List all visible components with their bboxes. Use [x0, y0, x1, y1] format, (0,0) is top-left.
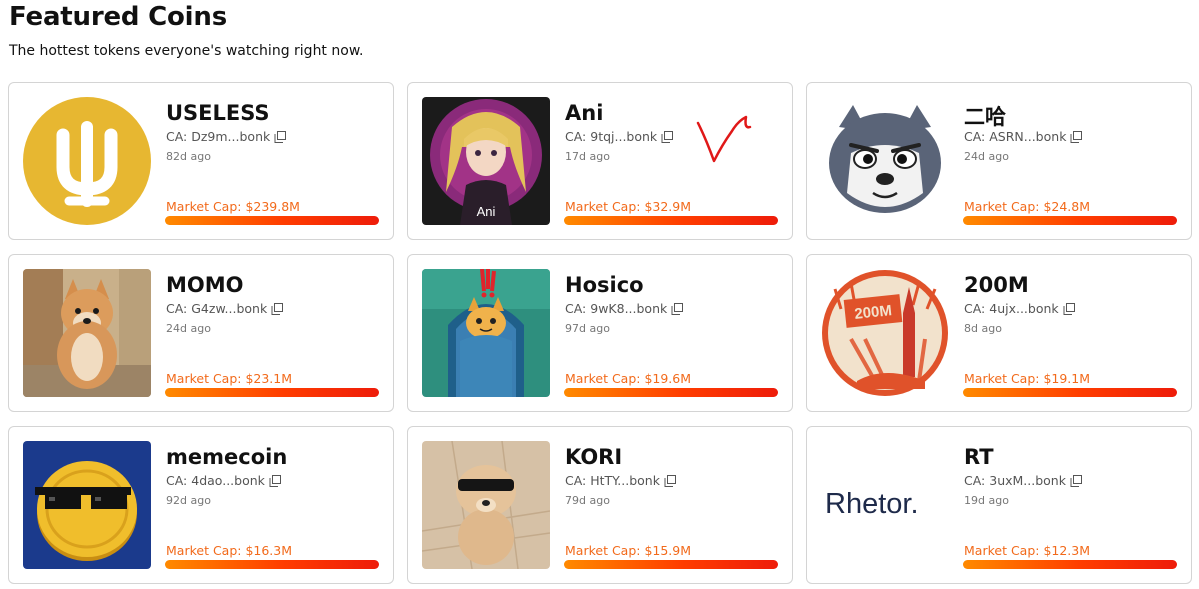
market-cap-bar — [963, 388, 1177, 397]
coin-name: RT — [964, 445, 994, 469]
coin-card-erha[interactable]: 二哈 CA: ASRN...bonk 24d ago Market Cap: $… — [806, 82, 1192, 240]
coin-card-rt[interactable]: Rhetor. RT CA: 3uxM...bonk 19d ago Marke… — [806, 426, 1192, 584]
contract-address: CA: Dz9m...bonk — [166, 129, 287, 144]
coin-grid: USELESS CA: Dz9m...bonk 82d ago Market C… — [8, 82, 1192, 584]
coin-card-kori[interactable]: KORI CA: HtTY...bonk 79d ago Market Cap:… — [407, 426, 793, 584]
coin-name: MOMO — [166, 273, 244, 297]
copy-icon[interactable] — [271, 302, 284, 315]
contract-address-text: CA: HtTY...bonk — [565, 473, 660, 488]
coin-card-ani[interactable]: Ani Ani CA: 9tqj...bonk 17d ago Market C… — [407, 82, 793, 240]
market-cap: Market Cap: $239.8M — [166, 199, 300, 214]
copy-icon[interactable] — [269, 474, 281, 487]
useless-logo-image — [23, 97, 151, 225]
contract-address-text: CA: ASRN...bonk — [964, 129, 1067, 144]
rhetor-logo-text: Rhetor. — [825, 488, 919, 520]
market-cap-bar — [564, 216, 778, 225]
market-cap-bar — [963, 216, 1177, 225]
coin-name: KORI — [565, 445, 623, 469]
contract-address: CA: HtTY...bonk — [565, 473, 676, 488]
shiba-dog-photo-image — [23, 269, 151, 397]
page-subtitle: The hottest tokens everyone's watching r… — [9, 43, 364, 59]
coin-name: USELESS — [166, 101, 270, 125]
coin-age: 79d ago — [565, 494, 610, 507]
contract-address: CA: 3uxM...bonk — [964, 473, 1082, 488]
contract-address: CA: 9wK8...bonk — [565, 301, 684, 316]
coin-name: 二哈 — [964, 105, 1006, 129]
contract-address: CA: ASRN...bonk — [964, 129, 1083, 144]
coin-card-200m[interactable]: 200M 200M CA: 4ujx...bonk 8d ago Market … — [806, 254, 1192, 412]
coin-card-hosico[interactable]: Hosico CA: 9wK8...bonk 97d ago Market Ca… — [407, 254, 793, 412]
memecoin-sunglasses-coin-image — [23, 441, 151, 569]
market-cap: Market Cap: $32.9M — [565, 199, 692, 214]
coin-name: memecoin — [166, 445, 288, 469]
contract-address: CA: 9tqj...bonk — [565, 129, 674, 144]
coin-age: 97d ago — [565, 322, 610, 335]
contract-address: CA: 4dao...bonk — [166, 473, 281, 488]
ani-image-caption: Ani — [477, 204, 496, 219]
coin-card-useless[interactable]: USELESS CA: Dz9m...bonk 82d ago Market C… — [8, 82, 394, 240]
coin-age: 24d ago — [166, 322, 211, 335]
market-cap-bar — [564, 560, 778, 569]
husky-face-image — [821, 97, 949, 225]
coin-age: 8d ago — [964, 322, 1002, 335]
market-cap-bar — [165, 560, 379, 569]
coin-card-momo[interactable]: MOMO CA: G4zw...bonk 24d ago Market Cap:… — [8, 254, 394, 412]
coin-age: 92d ago — [166, 494, 211, 507]
rhetor-logo-image: Rhetor. — [821, 441, 949, 569]
coin-name: Ani — [565, 101, 604, 125]
market-cap: Market Cap: $16.3M — [166, 543, 293, 558]
contract-address: CA: G4zw...bonk — [166, 301, 284, 316]
200m-rocket-logo-image: 200M — [821, 269, 949, 397]
contract-address-text: CA: Dz9m...bonk — [166, 129, 271, 144]
ani-anime-girl-image: Ani — [422, 97, 550, 225]
coin-name: Hosico — [565, 273, 644, 297]
kori-dog-sunglasses-image — [422, 441, 550, 569]
hosico-cat-image — [422, 269, 550, 397]
copy-icon[interactable] — [664, 474, 676, 487]
copy-icon[interactable] — [1070, 130, 1083, 143]
coin-age: 19d ago — [964, 494, 1009, 507]
contract-address-text: CA: 4ujx...bonk — [964, 301, 1059, 316]
coin-card-memecoin[interactable]: memecoin CA: 4dao...bonk 92d ago Market … — [8, 426, 394, 584]
copy-icon[interactable] — [671, 302, 684, 315]
market-cap: Market Cap: $19.1M — [964, 371, 1091, 386]
page-title: Featured Coins — [9, 2, 227, 32]
market-cap: Market Cap: $19.6M — [565, 371, 692, 386]
market-cap-bar — [165, 216, 379, 225]
market-cap-bar — [165, 388, 379, 397]
market-cap-bar — [963, 560, 1177, 569]
market-cap: Market Cap: $24.8M — [964, 199, 1091, 214]
red-checkmark-scribble — [696, 115, 752, 163]
contract-address-text: CA: 3uxM...bonk — [964, 473, 1066, 488]
contract-address-text: CA: G4zw...bonk — [166, 301, 268, 316]
coin-age: 17d ago — [565, 150, 610, 163]
market-cap: Market Cap: $12.3M — [964, 543, 1091, 558]
copy-icon[interactable] — [661, 130, 674, 143]
coin-age: 82d ago — [166, 150, 211, 163]
market-cap: Market Cap: $23.1M — [166, 371, 293, 386]
coin-name: 200M — [964, 273, 1029, 297]
contract-address-text: CA: 4dao...bonk — [166, 473, 265, 488]
copy-icon[interactable] — [274, 130, 287, 143]
coin-age: 24d ago — [964, 150, 1009, 163]
contract-address: CA: 4ujx...bonk — [964, 301, 1075, 316]
market-cap-bar — [564, 388, 778, 397]
market-cap: Market Cap: $15.9M — [565, 543, 692, 558]
copy-icon[interactable] — [1070, 474, 1082, 487]
contract-address-text: CA: 9tqj...bonk — [565, 129, 658, 144]
contract-address-text: CA: 9wK8...bonk — [565, 301, 668, 316]
copy-icon[interactable] — [1063, 302, 1075, 315]
